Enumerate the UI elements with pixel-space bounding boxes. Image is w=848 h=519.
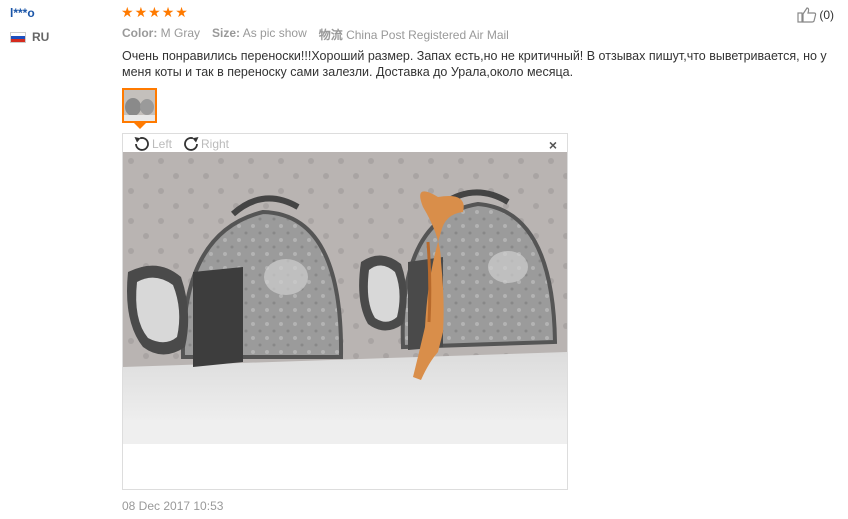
rotate-right-button[interactable]: Right (181, 136, 229, 152)
review-date: 08 Dec 2017 10:53 (122, 499, 224, 513)
rotate-right-label[interactable]: Right (201, 137, 229, 151)
star-icon: ★ (175, 4, 188, 20)
review-photo (123, 152, 567, 444)
reviewer-country: RU (10, 30, 49, 44)
prop-color: Color: M Gray (122, 26, 201, 40)
close-viewer-button[interactable]: × (549, 137, 557, 153)
rotate-left-label[interactable]: Left (152, 137, 172, 151)
prop-shipping: 物流 China Post Registered Air Mail (318, 28, 509, 42)
country-code: RU (32, 30, 50, 44)
helpful-button[interactable]: (0) (797, 7, 834, 23)
rotate-left-icon[interactable] (132, 136, 152, 152)
thumbs-up-icon[interactable] (797, 7, 817, 23)
thumbnail-pointer (134, 123, 146, 129)
star-icon: ★ (161, 4, 175, 20)
rotate-right-icon[interactable] (181, 136, 201, 152)
prop-size: Size: As pic show (212, 26, 307, 40)
review-text: Очень понравились переноски!!!Хороший ра… (122, 49, 827, 79)
star-icon: ★ (121, 4, 134, 20)
photo-viewer: Left Right × (122, 133, 568, 490)
rotate-left-button[interactable]: Left (132, 136, 172, 152)
order-properties: Color: M Gray Size: As pic show 物流 China… (122, 26, 509, 43)
review-photo-thumbnail[interactable] (122, 88, 157, 123)
star-icon: ★ (134, 4, 148, 20)
helpful-count: (0) (819, 8, 834, 22)
rating-stars: ★ ★ ★ ★ ★ (121, 5, 188, 19)
star-icon: ★ (148, 4, 161, 20)
russia-flag-icon (10, 31, 26, 43)
reviewer-name[interactable]: l***o (10, 6, 35, 20)
